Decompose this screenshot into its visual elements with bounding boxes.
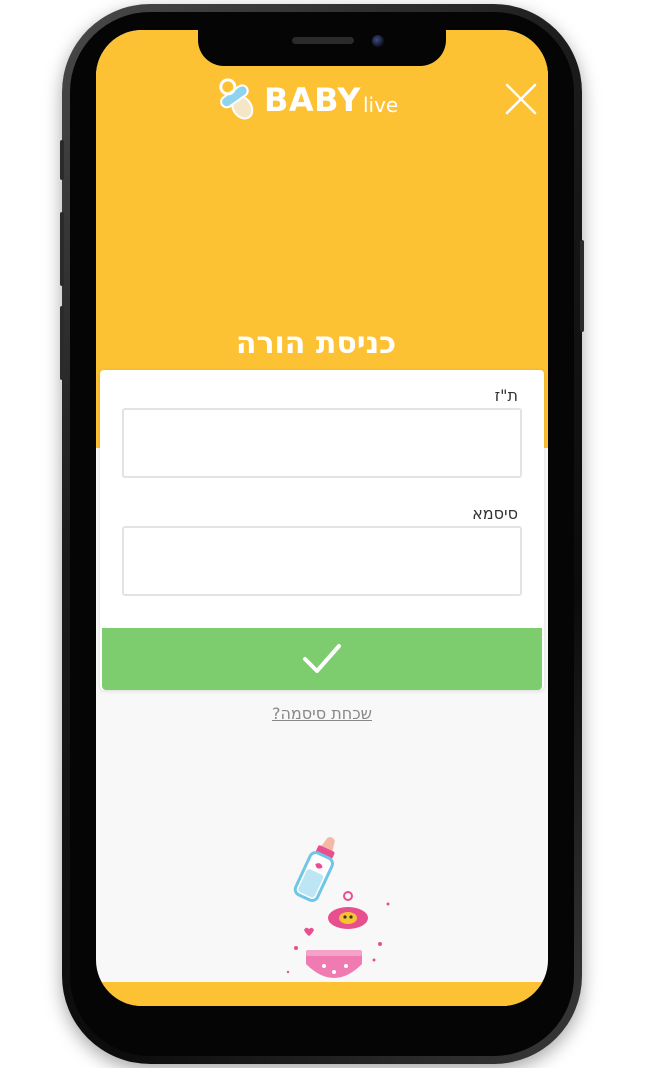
checkmark-icon <box>303 644 341 673</box>
volume-up-button <box>60 212 64 286</box>
password-label: סיסמא <box>472 504 518 523</box>
login-card: ת"ז סיסמא <box>100 370 544 690</box>
baby-bottle-icon <box>293 837 335 902</box>
power-button <box>580 240 584 332</box>
id-number-input[interactable] <box>124 410 520 476</box>
app-logo: BABY live <box>214 76 398 124</box>
login-submit-button[interactable] <box>102 628 542 690</box>
front-camera <box>372 35 384 47</box>
password-field-box <box>122 526 522 596</box>
password-input[interactable] <box>124 528 520 594</box>
logo-wordmark: BABY <box>264 81 361 119</box>
forgot-password-link[interactable]: שכחת סיסמה? <box>96 704 548 723</box>
id-field-box <box>122 408 522 478</box>
page-title: כניסת הורה <box>235 326 397 361</box>
close-icon[interactable] <box>504 82 538 116</box>
pacifier-icon <box>328 891 368 929</box>
phone-notch <box>198 30 446 66</box>
baby-items-illustration <box>286 837 390 978</box>
volume-down-button <box>60 306 64 380</box>
speaker-grille <box>292 37 354 44</box>
diaper-icon <box>306 950 362 978</box>
pacifier-logo-icon <box>219 78 254 120</box>
id-label: ת"ז <box>494 386 518 405</box>
app-screen: BABY live כניסת הורה ת"ז סיסמא שכחת סיסמ… <box>96 30 548 1006</box>
mute-switch <box>60 140 64 180</box>
logo-suffix: live <box>362 93 399 117</box>
